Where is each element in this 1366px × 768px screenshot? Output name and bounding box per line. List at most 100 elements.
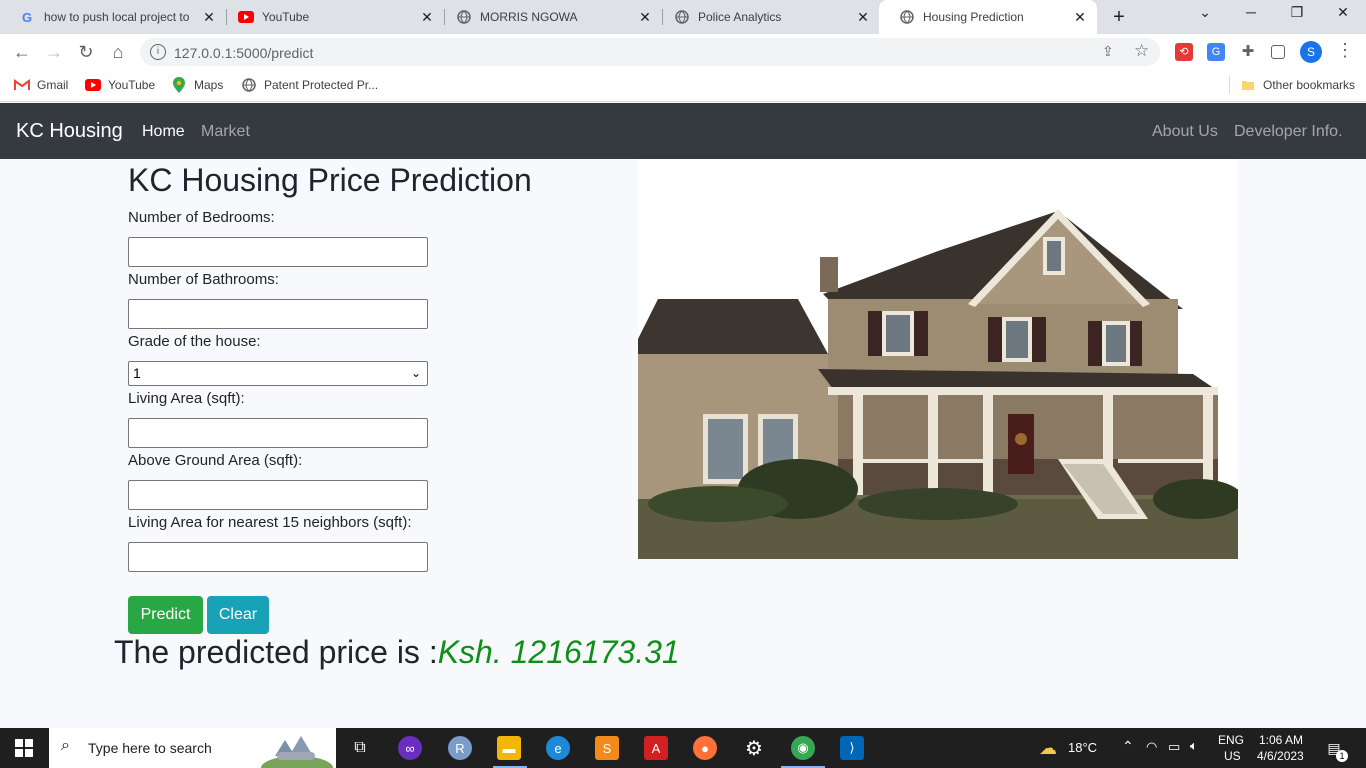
chevron-down-icon: ⌄ — [410, 366, 421, 380]
temperature[interactable]: 18°C — [1068, 740, 1097, 755]
nav-home[interactable]: Home — [142, 123, 185, 141]
windows-taskbar: ⌕ Type here to search ⧉ ∞ R ▬ e S A ● ⚙ … — [0, 728, 1366, 768]
share-icon[interactable]: ⇪ — [1102, 43, 1114, 60]
living-area-label: Living Area (sqft): — [128, 390, 245, 407]
predicted-price: Ksh. 1216173.31 — [437, 634, 680, 670]
clock-time[interactable]: 1:06 AM — [1259, 733, 1303, 747]
info-icon[interactable]: i — [150, 44, 166, 60]
app-purple-icon[interactable]: ∞ — [398, 736, 422, 760]
bookmark-label: Gmail — [37, 78, 69, 92]
bookmark-star-icon[interactable]: ☆ — [1134, 41, 1149, 61]
sublime-icon[interactable]: S — [595, 736, 619, 760]
language-top[interactable]: ENG — [1218, 733, 1244, 747]
bathrooms-input[interactable] — [128, 299, 428, 329]
above-ground-input[interactable] — [128, 480, 428, 510]
grade-label: Grade of the house: — [128, 333, 261, 350]
minimize-icon[interactable]: ─ — [1236, 4, 1266, 20]
above-ground-label: Above Ground Area (sqft): — [128, 452, 303, 469]
tab-title: YouTube — [262, 10, 310, 24]
youtube-icon — [238, 9, 254, 25]
chevron-up-icon[interactable]: ⌃ — [1122, 738, 1134, 755]
tab-morris[interactable]: MORRIS NGOWA ✕ — [436, 0, 662, 34]
youtube-icon — [85, 77, 101, 93]
predict-button[interactable]: Predict — [128, 596, 203, 634]
tab-youtube[interactable]: YouTube ✕ — [218, 0, 444, 34]
nav-about-us[interactable]: About Us — [1152, 123, 1218, 141]
living-area-input[interactable] — [128, 418, 428, 448]
language-bottom[interactable]: US — [1224, 749, 1241, 763]
clock-date[interactable]: 4/6/2023 — [1257, 749, 1304, 763]
side-panel-icon[interactable] — [1271, 45, 1285, 59]
volume-icon[interactable]: 🔈︎ — [1190, 738, 1198, 754]
svg-text:G: G — [22, 10, 32, 24]
close-icon[interactable]: ✕ — [1071, 9, 1089, 26]
result-prefix: The predicted price is : — [114, 634, 438, 670]
close-icon[interactable]: ✕ — [200, 9, 218, 26]
close-icon[interactable]: ✕ — [854, 9, 872, 26]
bookmark-gmail[interactable]: Gmail — [14, 77, 68, 93]
page-title: KC Housing Price Prediction — [128, 162, 532, 198]
tab-title: MORRIS NGOWA — [480, 10, 578, 24]
bookmarks-bar: Gmail YouTube Maps Patent Protected Pr..… — [0, 70, 1366, 102]
house-image — [638, 159, 1238, 559]
r-language-icon[interactable]: R — [448, 736, 472, 760]
globe-icon — [674, 9, 690, 25]
maps-icon — [171, 77, 187, 93]
tab-police[interactable]: Police Analytics ✕ — [654, 0, 880, 34]
bookmark-maps[interactable]: Maps — [171, 77, 223, 93]
search-icon: ⌕ — [61, 737, 70, 754]
extension-red-icon[interactable]: ⟲ — [1175, 43, 1193, 61]
forward-icon[interactable]: → — [43, 41, 65, 63]
translate-icon[interactable]: G — [1207, 43, 1225, 61]
vscode-icon[interactable]: ⟩ — [840, 736, 864, 760]
weather-icon[interactable]: ☁ — [1036, 736, 1060, 760]
notification-count-badge: 1 — [1336, 750, 1348, 762]
neighbors-area-label: Living Area for nearest 15 neighbors (sq… — [128, 514, 412, 531]
extensions-puzzle-icon[interactable]: ✚ — [1239, 43, 1257, 61]
acrobat-icon[interactable]: A — [644, 736, 668, 760]
bedrooms-label: Number of Bedrooms: — [128, 209, 275, 226]
new-tab-icon[interactable]: + — [1108, 6, 1130, 29]
close-window-icon[interactable]: ✕ — [1328, 4, 1358, 21]
tab-search-icon[interactable]: ⌄ — [1190, 4, 1220, 21]
settings-gear-icon[interactable]: ⚙ — [742, 736, 766, 760]
restore-icon[interactable]: ❐ — [1282, 4, 1312, 21]
close-icon[interactable]: ✕ — [418, 9, 436, 26]
bookmark-patent[interactable]: Patent Protected Pr... — [241, 77, 378, 93]
home-icon[interactable]: ⌂ — [107, 41, 129, 63]
url-text[interactable]: 127.0.0.1:5000/predict — [174, 45, 313, 61]
reload-icon[interactable]: ↻ — [75, 41, 97, 63]
tab-google[interactable]: G how to push local project to ✕ — [0, 0, 226, 34]
globe-icon — [456, 9, 472, 25]
windows-start-icon[interactable] — [12, 736, 36, 760]
other-bookmarks[interactable]: Other bookmarks — [1240, 77, 1355, 93]
tab-title: how to push local project to — [44, 10, 190, 24]
more-menu-icon[interactable]: ⋮ — [1336, 40, 1354, 61]
battery-icon[interactable]: ▭ — [1168, 739, 1180, 755]
close-icon[interactable]: ✕ — [636, 9, 654, 26]
clear-button[interactable]: Clear — [207, 596, 269, 634]
prediction-result: The predicted price is :Ksh. 1216173.31 — [114, 634, 680, 671]
tab-title: Police Analytics — [698, 10, 782, 24]
nav-market[interactable]: Market — [201, 123, 250, 141]
chrome-icon[interactable]: ◉ — [791, 736, 815, 760]
back-icon[interactable]: ← — [11, 41, 33, 63]
search-highlight-icon — [261, 736, 333, 768]
file-explorer-icon[interactable]: ▬ — [497, 736, 521, 760]
grade-select[interactable]: 1 ⌄ — [128, 361, 428, 386]
edge-icon[interactable]: e — [546, 736, 570, 760]
profile-avatar[interactable]: S — [1300, 41, 1322, 63]
taskbar-search-box[interactable]: ⌕ Type here to search — [49, 728, 336, 768]
bedrooms-input[interactable] — [128, 237, 428, 267]
nav-developer-info[interactable]: Developer Info. — [1234, 123, 1343, 141]
tab-housing[interactable]: Housing Prediction ✕ — [879, 0, 1097, 34]
brand-logo[interactable]: KC Housing — [16, 120, 123, 143]
bookmark-youtube[interactable]: YouTube — [85, 77, 155, 93]
task-view-icon[interactable]: ⧉ — [348, 736, 372, 760]
other-bookmarks-label: Other bookmarks — [1263, 78, 1356, 92]
firefox-icon[interactable]: ● — [693, 736, 717, 760]
wifi-icon[interactable]: ◠ — [1146, 739, 1157, 755]
bookmark-label: Patent Protected Pr... — [264, 78, 379, 92]
address-bar[interactable]: i 127.0.0.1:5000/predict ⇪ ☆ — [140, 38, 1160, 66]
neighbors-area-input[interactable] — [128, 542, 428, 572]
